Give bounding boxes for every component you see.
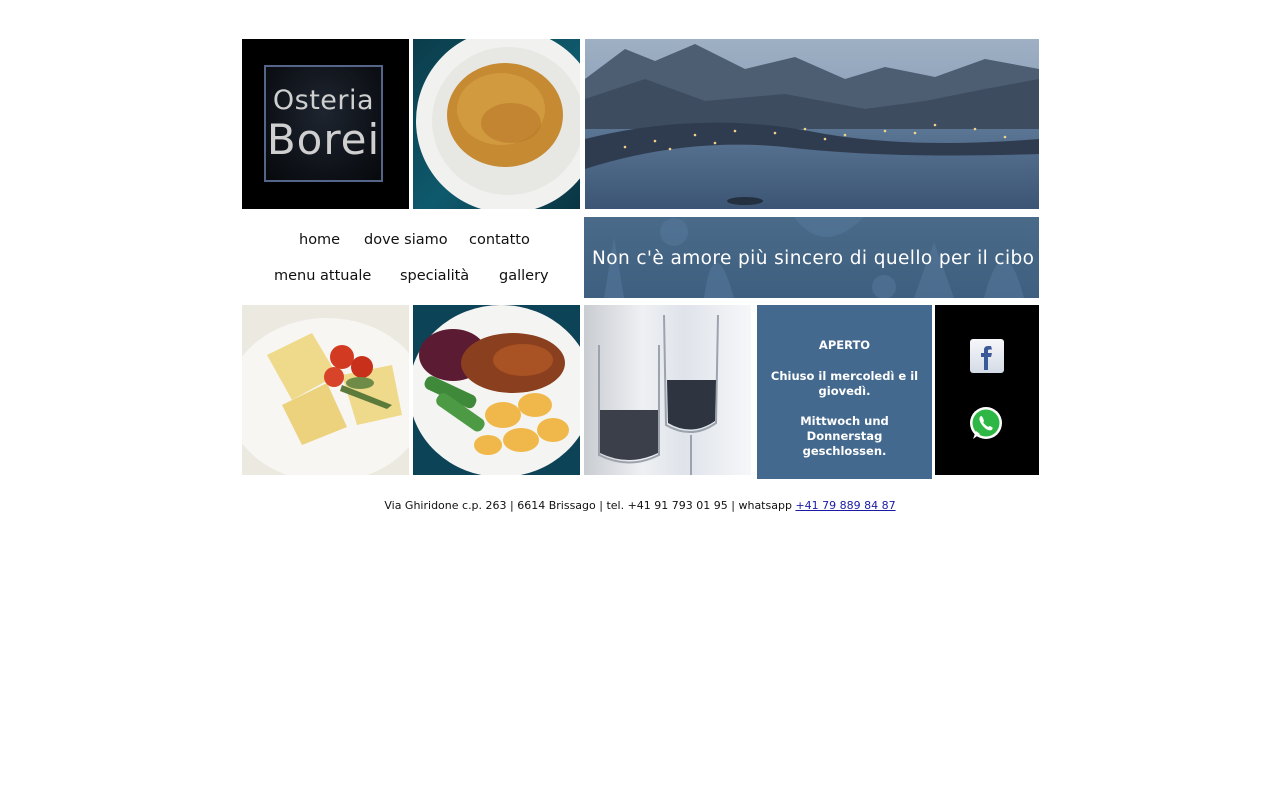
facebook-icon	[981, 346, 992, 370]
logo-tile: Osteria Borei	[242, 39, 409, 209]
nav-home[interactable]: home	[299, 232, 340, 248]
photo-wine-glasses	[584, 305, 751, 475]
social-links	[935, 305, 1039, 475]
hours-closed-german: Mittwoch und Donnerstag geschlossen.	[800, 414, 889, 458]
logo-text-osteria: Osteria	[272, 85, 375, 116]
footer: Via Ghiridone c.p. 263 | 6614 Brissago |…	[0, 499, 1280, 512]
hours-title: APERTO	[818, 338, 871, 352]
logo: Osteria Borei	[264, 65, 383, 182]
hours-closed-italian: Chiuso il mercoledì e il giovedì.	[770, 369, 919, 398]
whatsapp-icon	[970, 407, 1002, 439]
facebook-button[interactable]	[970, 339, 1004, 373]
nav-dove-siamo[interactable]: dove siamo	[364, 232, 448, 248]
nav-specialita[interactable]: specialità	[400, 268, 469, 284]
whatsapp-number-link[interactable]: +41 79 889 84 87	[795, 499, 895, 512]
photo-lake-panorama	[585, 39, 1039, 209]
photo-risotto	[413, 39, 580, 209]
nav-gallery[interactable]: gallery	[499, 268, 549, 284]
nav-contatto[interactable]: contatto	[469, 232, 530, 248]
opening-hours-box: APERTO Chiuso il mercoledì e il giovedì.…	[757, 305, 932, 479]
photo-ravioli	[242, 305, 409, 475]
photo-meat-potatoes	[413, 305, 580, 475]
nav-menu-attuale[interactable]: menu attuale	[274, 268, 371, 284]
whatsapp-button[interactable]	[968, 406, 1004, 442]
slogan-banner: Non c'è amore più sincero di quello per …	[584, 217, 1039, 298]
footer-address: Via Ghiridone c.p. 263 | 6614 Brissago |…	[384, 499, 796, 512]
slogan-text: Non c'è amore più sincero di quello per …	[592, 248, 1035, 269]
logo-text-borei: Borei	[266, 115, 381, 164]
